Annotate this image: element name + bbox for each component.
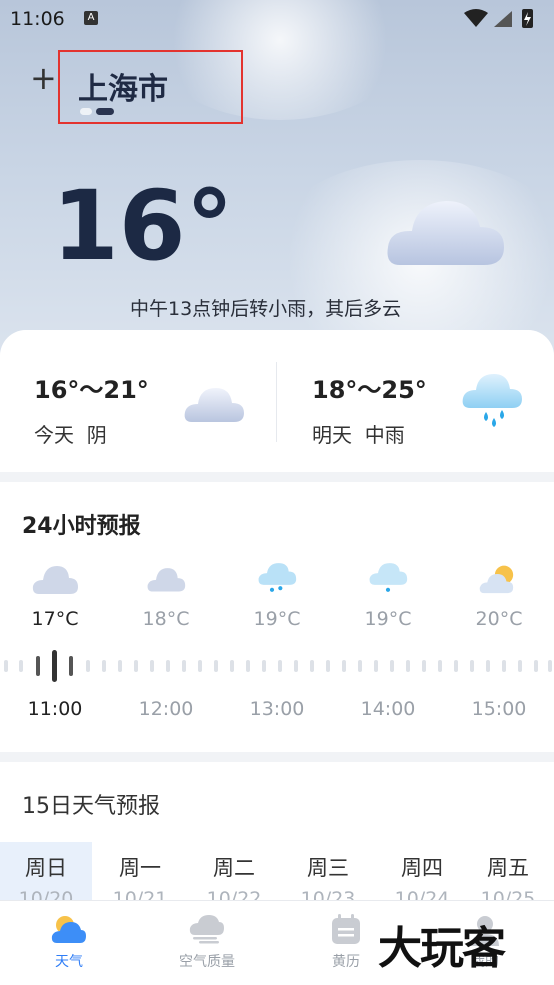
hour-item[interactable]: 18°C <box>121 560 211 630</box>
day-item[interactable]: 周二 10/22 <box>188 842 280 900</box>
hour-time: 12:00 <box>138 698 194 720</box>
status-icons <box>462 7 542 36</box>
day-date: 10/21 <box>112 888 168 900</box>
today-range: 16°～21° <box>34 376 149 404</box>
page-dot <box>80 108 92 115</box>
hour-item[interactable]: 19°C <box>232 560 322 630</box>
hour-item[interactable]: 17°C <box>10 560 100 630</box>
tab-label: 天气 <box>55 954 83 970</box>
tomorrow-condition: 明天 中雨 <box>312 419 427 448</box>
hour-temp: 17°C <box>31 608 79 630</box>
hour-temp: 19°C <box>364 608 412 630</box>
day-date: 10/20 <box>18 888 74 900</box>
page-dot-active <box>96 108 114 115</box>
tab-weather[interactable]: 天气 <box>14 901 124 971</box>
hour-time: 14:00 <box>360 698 416 720</box>
tomorrow-label: 明天 <box>312 423 352 447</box>
day-item[interactable]: 周日 10/20 <box>0 842 92 900</box>
day-name: 周日 <box>25 856 67 880</box>
hour-time: 13:00 <box>249 698 305 720</box>
day-date: 10/25 <box>480 888 536 900</box>
watermark-logo: 大玩客 <box>378 923 506 974</box>
air-quality-icon <box>152 913 262 947</box>
hour-time: 11:00 <box>27 698 83 720</box>
day-name: 周三 <box>307 856 349 880</box>
add-city-button[interactable]: + <box>30 62 57 94</box>
weather-icon <box>14 913 124 947</box>
day-name: 周五 <box>487 856 529 880</box>
today-tomorrow-card[interactable]: 16°～21° 今天 阴 18°～25° 明天 中雨 <box>0 330 554 472</box>
day-date: 10/22 <box>206 888 262 900</box>
tab-label: 空气质量 <box>179 954 235 970</box>
today-label: 今天 <box>34 423 74 447</box>
signal-icon <box>494 11 512 27</box>
tomorrow-weather: 中雨 <box>364 423 405 447</box>
rain-icon <box>460 368 524 434</box>
cloud-icon <box>147 568 186 592</box>
hour-temp: 19°C <box>253 608 301 630</box>
hour-item[interactable]: 20°C <box>454 560 544 630</box>
page-indicator <box>80 108 118 127</box>
tomorrow-range: 18°～25° <box>312 376 427 404</box>
cloud-icon <box>182 376 246 430</box>
day-item[interactable]: 周五 10/25 <box>462 842 554 900</box>
day-name: 周四 <box>401 856 443 880</box>
light-rain-icon <box>258 563 297 592</box>
day-name: 周一 <box>119 856 161 880</box>
current-temperature: 16° <box>52 170 234 282</box>
cloud-icon <box>32 566 78 594</box>
cloud-icon <box>380 175 510 279</box>
summary-divider <box>276 362 277 442</box>
notification-badge: A <box>84 11 98 25</box>
today-summary[interactable]: 16°～21° 今天 阴 <box>34 370 149 448</box>
day-date: 10/23 <box>300 888 356 900</box>
hour-temp: 20°C <box>475 608 523 630</box>
tomorrow-summary[interactable]: 18°～25° 明天 中雨 <box>312 370 427 448</box>
today-condition: 今天 阴 <box>34 419 149 448</box>
forecast-note: 中午13点钟后转小雨，其后多云 <box>130 298 402 320</box>
hour-item[interactable]: 19°C <box>343 560 433 630</box>
wifi-icon <box>464 9 488 27</box>
partly-sunny-icon <box>479 565 514 594</box>
time-scrubber[interactable] <box>0 650 554 682</box>
light-rain-icon <box>369 563 408 592</box>
day-item[interactable]: 周一 10/21 <box>94 842 186 900</box>
day-item[interactable]: 周四 10/24 <box>376 842 468 900</box>
hour-temp: 18°C <box>142 608 190 630</box>
status-time: 11:06 <box>10 8 65 30</box>
hour-time: 15:00 <box>471 698 527 720</box>
daily-title: 15日天气预报 <box>22 794 160 819</box>
hourly-title: 24小时预报 <box>22 514 141 539</box>
day-name: 周二 <box>213 856 255 880</box>
day-item[interactable]: 周三 10/23 <box>282 842 374 900</box>
tab-air-quality[interactable]: 空气质量 <box>152 901 262 971</box>
today-weather: 阴 <box>86 423 107 447</box>
status-bar: 11:06 A <box>0 0 554 38</box>
day-date: 10/24 <box>394 888 450 900</box>
